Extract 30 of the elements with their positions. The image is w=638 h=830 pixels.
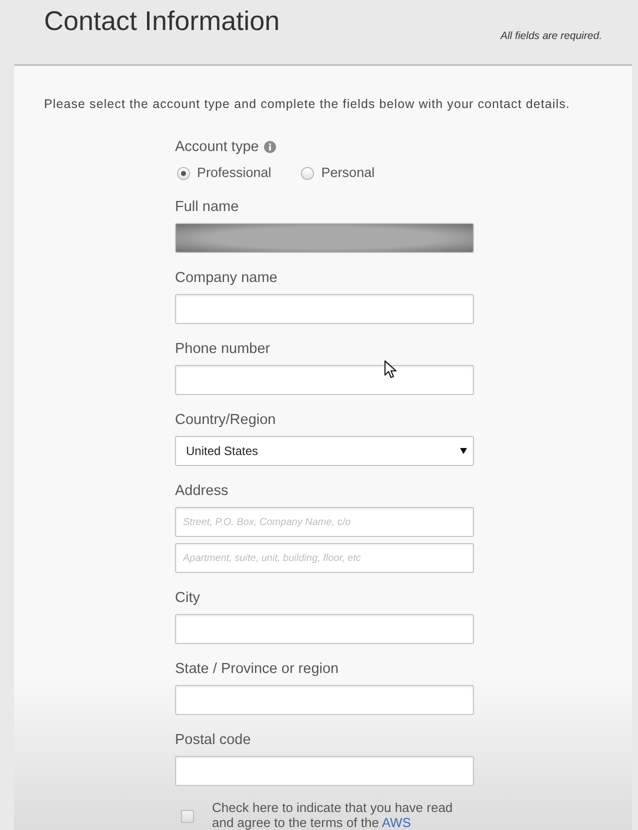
checkbox[interactable] (181, 810, 194, 823)
radio-label[interactable]: Personal (321, 164, 375, 182)
input-field[interactable] (175, 614, 474, 644)
field-label: City (175, 589, 200, 607)
field-label: Phone number (175, 340, 270, 358)
input-field[interactable] (175, 756, 474, 786)
field-label: Country/Region (175, 411, 276, 429)
input-field[interactable]: Street, P.O. Box, Company Name, c/o (175, 507, 474, 537)
caret-icon (460, 448, 467, 454)
field-label: Postal code (175, 731, 251, 749)
info-icon[interactable] (264, 141, 276, 153)
field-label: Full name (175, 198, 239, 216)
input-field[interactable] (175, 294, 474, 324)
terms-link[interactable]: AWS (382, 815, 411, 830)
page-title: Contact Information (44, 5, 280, 37)
required-note: All fields are required. (500, 29, 602, 43)
input-field[interactable] (175, 365, 474, 395)
field-label: Account type (175, 138, 259, 156)
country-select[interactable]: United States (175, 436, 474, 466)
radio-label[interactable]: Professional (197, 164, 272, 182)
terms-text: Check here to indicate that you have read and agree to the terms of the AWS (212, 800, 454, 830)
field-label: Address (175, 482, 228, 500)
intro-text: Please select the account type and complete the fields below with your contact details. (44, 96, 570, 112)
field-label: Company name (175, 269, 278, 287)
cursor-icon (384, 360, 398, 379)
radio-button[interactable] (177, 166, 190, 180)
input-field[interactable] (175, 685, 474, 715)
radio-button[interactable] (301, 166, 314, 180)
field-label: State / Province or region (175, 660, 339, 678)
blurred-input-field[interactable] (175, 223, 474, 253)
